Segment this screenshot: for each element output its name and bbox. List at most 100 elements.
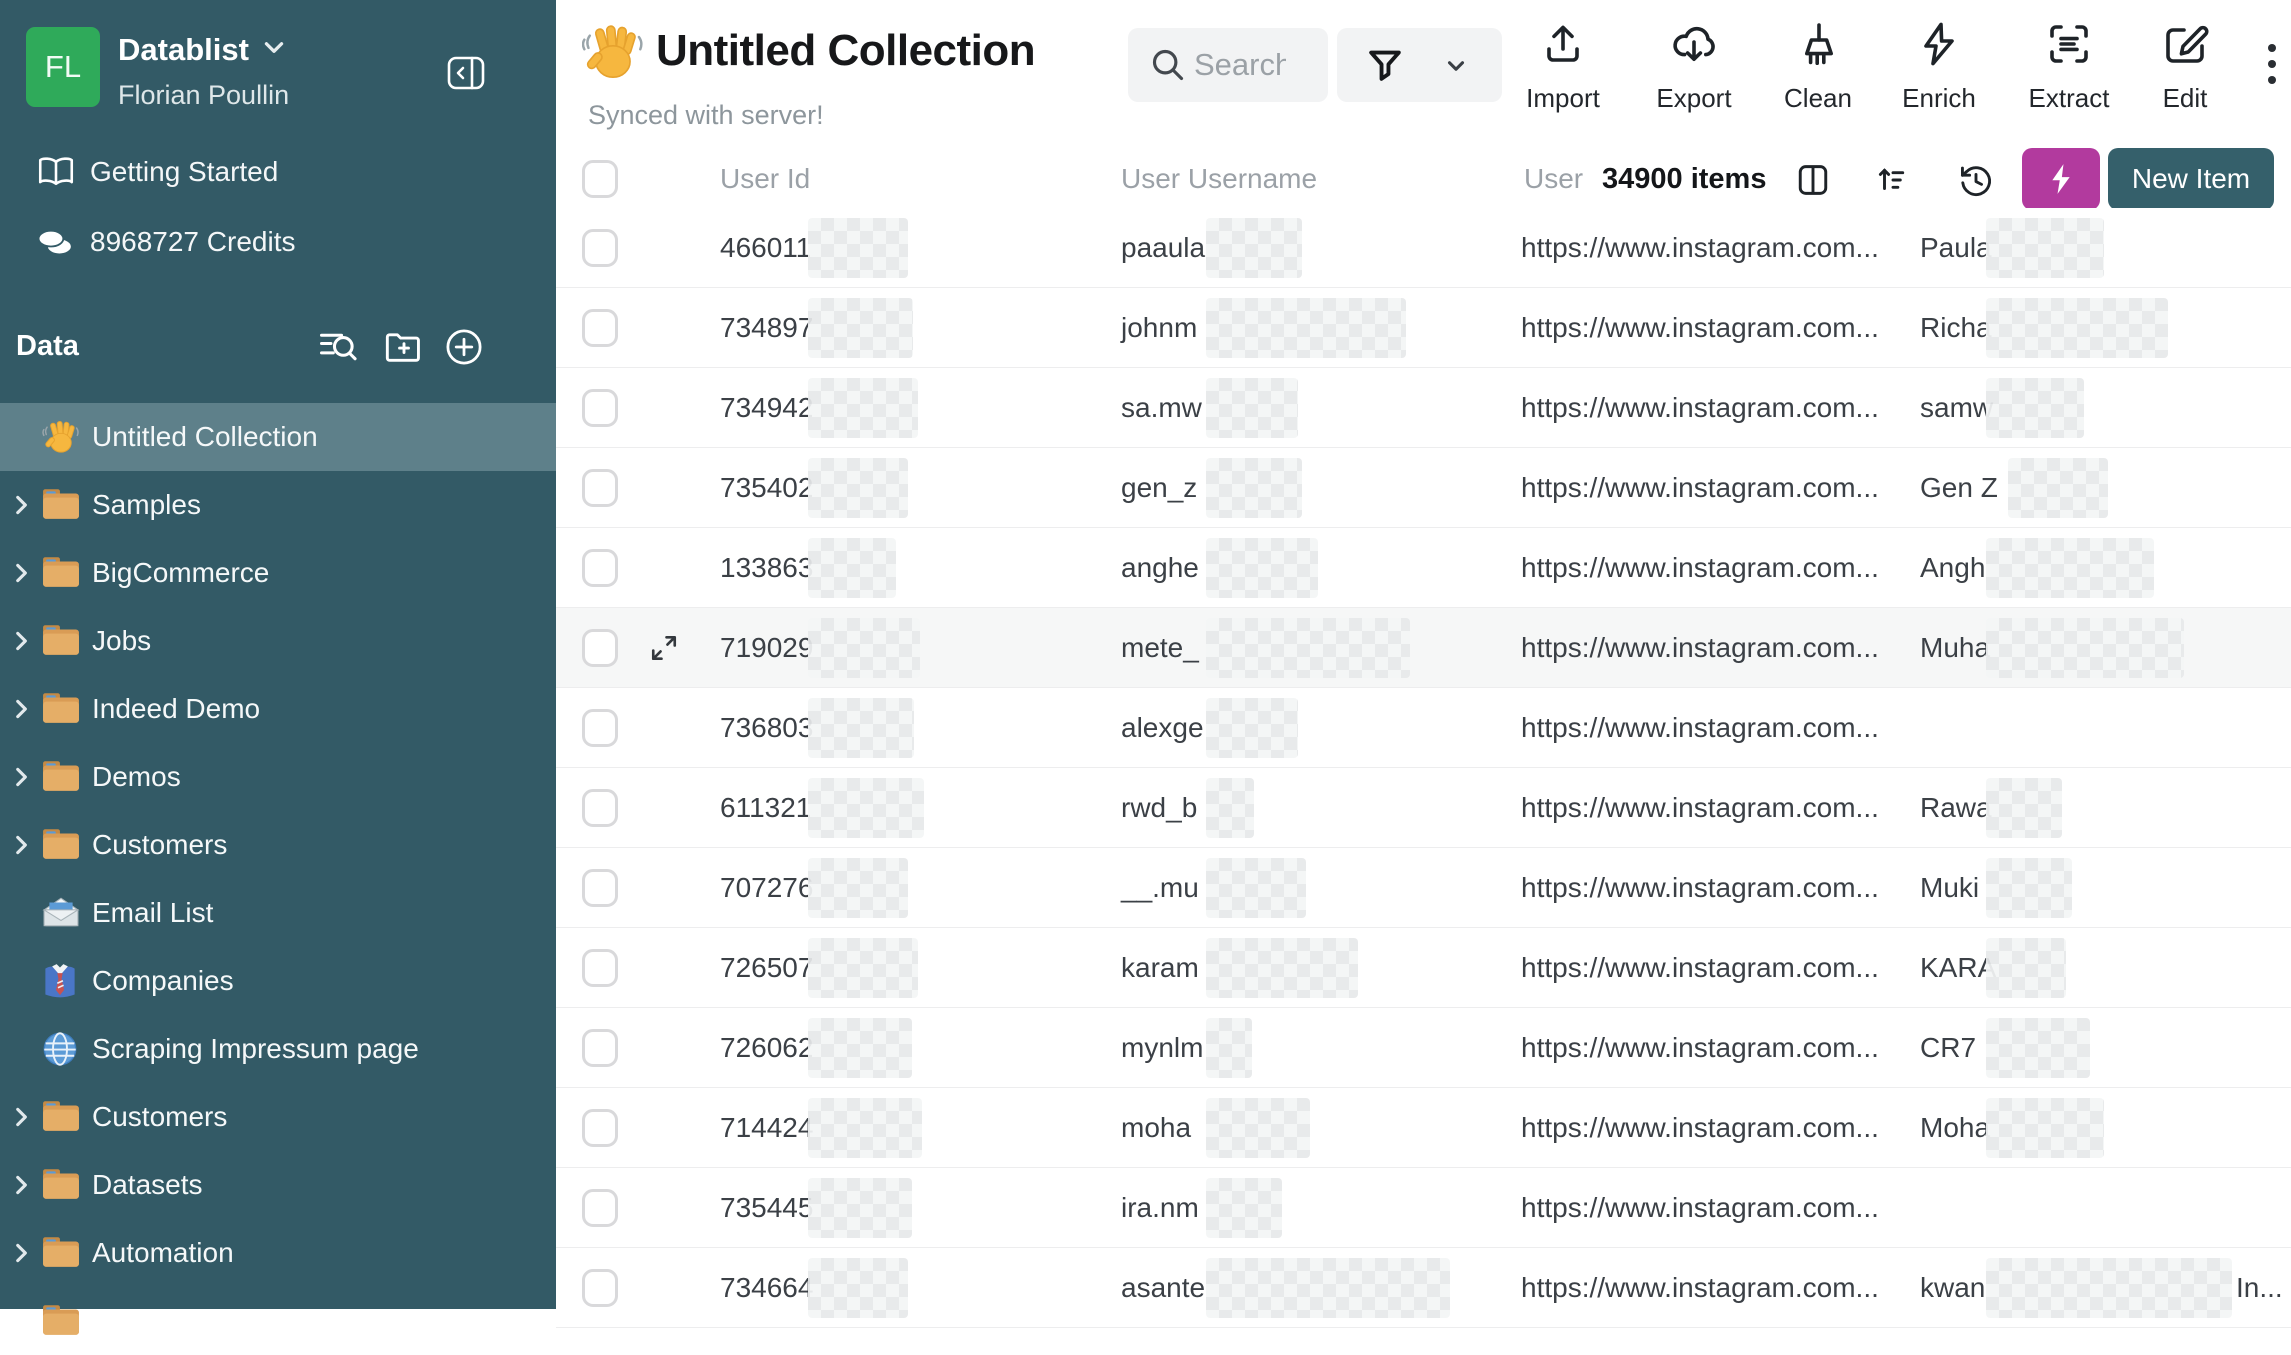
- column-header-user[interactable]: User: [1524, 150, 1583, 208]
- cell-username: mete_: [1121, 608, 1199, 688]
- cell-profile-url: https://www.instagram.com...: [1521, 608, 1879, 688]
- table-row[interactable]: 707276__.muhttps://www.instagram.com...M…: [556, 848, 2291, 928]
- column-header-user-id[interactable]: User Id: [720, 150, 810, 208]
- folder-plus-icon[interactable]: [384, 327, 424, 367]
- cell-full-name: Muha: [1920, 608, 1990, 688]
- workspace-avatar[interactable]: FL: [26, 27, 100, 107]
- table-row[interactable]: 726062mynlmhttps://www.instagram.com...C…: [556, 1008, 2291, 1088]
- table-row[interactable]: 734897johnmhttps://www.instagram.com...R…: [556, 288, 2291, 368]
- plus-circle-icon[interactable]: [444, 327, 484, 367]
- column-header-user-username[interactable]: User Username: [1121, 150, 1317, 208]
- sidebar-item-demos[interactable]: Demos: [0, 743, 556, 811]
- chevron-right-icon[interactable]: [10, 697, 32, 721]
- redacted-blur: [1206, 458, 1302, 518]
- sidebar-item-automation[interactable]: Automation: [0, 1219, 556, 1287]
- chevron-right-icon[interactable]: [10, 1173, 32, 1197]
- sidebar-item-datasets[interactable]: Datasets: [0, 1151, 556, 1219]
- magic-enrich-button[interactable]: [2022, 148, 2100, 210]
- wave-icon: [42, 419, 80, 455]
- folder-icon: [42, 1167, 80, 1203]
- row-checkbox[interactable]: [582, 869, 618, 907]
- table-row[interactable]: 611321rwd_bhttps://www.instagram.com...R…: [556, 768, 2291, 848]
- row-checkbox[interactable]: [582, 389, 618, 427]
- cell-username: moha: [1121, 1088, 1191, 1168]
- search-input[interactable]: Search: [1128, 28, 1328, 102]
- row-checkbox[interactable]: [582, 309, 618, 347]
- table-row[interactable]: 719029mete_https://www.instagram.com...M…: [556, 608, 2291, 688]
- sidebar-nav-8968727-credits[interactable]: 8968727 Credits: [0, 210, 556, 274]
- sidebar-item-hidden[interactable]: [0, 1287, 556, 1355]
- sort-ascending-icon[interactable]: [1876, 163, 1910, 197]
- items-count: 34900 items: [1602, 150, 1766, 208]
- cell-user-id: 611321: [720, 768, 811, 848]
- kebab-menu-icon[interactable]: [2256, 34, 2288, 94]
- sidebar-item-samples[interactable]: Samples: [0, 471, 556, 539]
- row-checkbox[interactable]: [582, 629, 618, 667]
- clean-button[interactable]: Clean: [1763, 16, 1873, 116]
- chevron-right-icon[interactable]: [10, 629, 32, 653]
- table-row[interactable]: 466011paaulahttps://www.instagram.com...…: [556, 208, 2291, 288]
- cell-profile-url: https://www.instagram.com...: [1521, 368, 1879, 448]
- new-item-button[interactable]: New Item: [2108, 148, 2274, 210]
- sidebar-item-jobs[interactable]: Jobs: [0, 607, 556, 675]
- row-checkbox[interactable]: [582, 469, 618, 507]
- import-button[interactable]: Import: [1508, 16, 1618, 116]
- sidebar-item-indeed-demo[interactable]: Indeed Demo: [0, 675, 556, 743]
- coins-icon: [38, 225, 76, 259]
- search-list-icon[interactable]: [318, 327, 358, 367]
- sidebar-item-companies[interactable]: Companies: [0, 947, 556, 1015]
- chevron-right-icon[interactable]: [10, 1105, 32, 1129]
- filter-button[interactable]: [1337, 28, 1502, 102]
- sidebar-nav-getting-started[interactable]: Getting Started: [0, 140, 556, 204]
- split-columns-icon[interactable]: [1796, 163, 1830, 197]
- row-checkbox[interactable]: [582, 229, 618, 267]
- sidebar-item-email-list[interactable]: Email List: [0, 879, 556, 947]
- redacted-blur: [1986, 618, 2184, 678]
- redacted-blur: [1206, 298, 1406, 358]
- workspace-switcher[interactable]: Datablist: [118, 32, 287, 68]
- panel-collapse-icon[interactable]: [447, 56, 485, 90]
- sidebar-item-untitled-collection[interactable]: Untitled Collection: [0, 403, 556, 471]
- edit-button[interactable]: Edit: [2130, 16, 2240, 116]
- row-checkbox[interactable]: [582, 1189, 618, 1227]
- chevron-right-icon[interactable]: [10, 765, 32, 789]
- table-row[interactable]: 734664asantehttps://www.instagram.com...…: [556, 1248, 2291, 1328]
- select-all-checkbox[interactable]: [582, 160, 618, 198]
- redacted-blur: [1206, 1018, 1252, 1078]
- table-row[interactable]: 735445ira.nmhttps://www.instagram.com...: [556, 1168, 2291, 1248]
- table-row[interactable]: 735402gen_zhttps://www.instagram.com...G…: [556, 448, 2291, 528]
- sidebar-item-scraping-impressum-page[interactable]: Scraping Impressum page: [0, 1015, 556, 1083]
- expand-item-icon[interactable]: [648, 632, 680, 664]
- chevron-right-icon[interactable]: [10, 1241, 32, 1265]
- chevron-right-icon[interactable]: [10, 493, 32, 517]
- sidebar-item-bigcommerce[interactable]: BigCommerce: [0, 539, 556, 607]
- redacted-blur: [1986, 378, 2084, 438]
- row-checkbox[interactable]: [582, 1029, 618, 1067]
- chevron-right-icon[interactable]: [10, 561, 32, 585]
- table-row[interactable]: 726507karamhttps://www.instagram.com...K…: [556, 928, 2291, 1008]
- export-button[interactable]: Export: [1639, 16, 1749, 116]
- table-row[interactable]: 736803alexgehttps://www.instagram.com...: [556, 688, 2291, 768]
- row-checkbox[interactable]: [582, 1109, 618, 1147]
- table-row[interactable]: 734942sa.mwhttps://www.instagram.com...s…: [556, 368, 2291, 448]
- history-icon[interactable]: [1958, 163, 1992, 197]
- sidebar: FL Datablist Florian Poullin Getting Sta…: [0, 0, 556, 1309]
- redacted-blur: [808, 458, 908, 518]
- table-row[interactable]: 714424mohahttps://www.instagram.com...Mo…: [556, 1088, 2291, 1168]
- folder-icon: [42, 759, 80, 795]
- lightning-icon: [1915, 20, 1963, 68]
- row-checkbox[interactable]: [582, 549, 618, 587]
- enrich-button[interactable]: Enrich: [1884, 16, 1994, 116]
- row-checkbox[interactable]: [582, 709, 618, 747]
- redacted-blur: [1206, 378, 1298, 438]
- cell-full-name: CR7: [1920, 1008, 1976, 1088]
- sidebar-item-customers[interactable]: Customers: [0, 1083, 556, 1151]
- sidebar-item-customers[interactable]: Customers: [0, 811, 556, 879]
- row-checkbox[interactable]: [582, 1269, 618, 1307]
- extract-button[interactable]: Extract: [2014, 16, 2124, 116]
- row-checkbox[interactable]: [582, 789, 618, 827]
- row-checkbox[interactable]: [582, 949, 618, 987]
- chevron-right-icon[interactable]: [10, 833, 32, 857]
- redacted-blur: [2008, 458, 2108, 518]
- table-row[interactable]: 133863anghehttps://www.instagram.com...A…: [556, 528, 2291, 608]
